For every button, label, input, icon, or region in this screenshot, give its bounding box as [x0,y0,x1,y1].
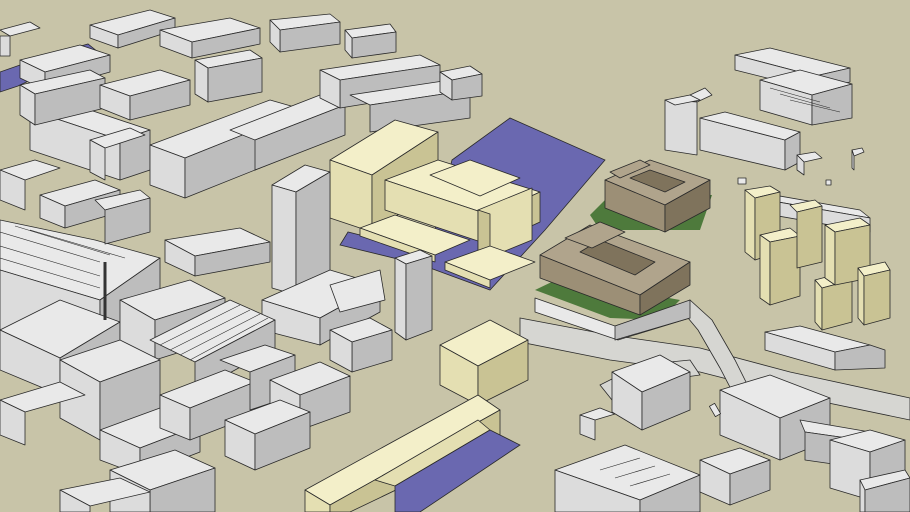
3d-model-viewport[interactable] [0,0,910,512]
city-3d-model[interactable] [0,0,910,512]
